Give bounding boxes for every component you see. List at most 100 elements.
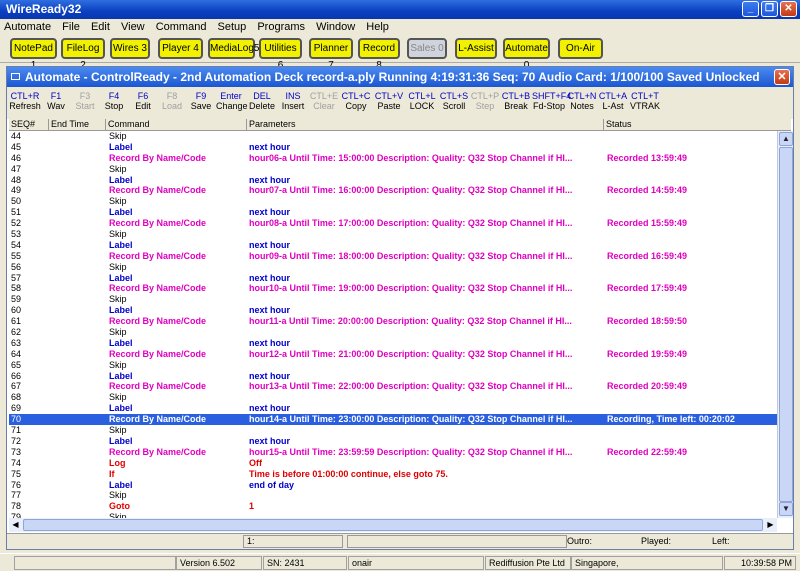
table-row[interactable]: 68 Skip [9,392,777,403]
table-row[interactable]: 78 Goto 1 [9,501,777,512]
table-row[interactable]: 56 Skip [9,262,777,273]
menu-file[interactable]: File [58,19,84,35]
col-end-time[interactable]: End Time [49,119,106,131]
table-row[interactable]: 61 Record By Name/Code hour11-a Until Time… [9,316,777,327]
record-button[interactable]: Record 8 [358,38,400,71]
l-assist-button[interactable]: L-Assist [455,38,497,59]
notepad-button[interactable]: NotePad 1 [10,38,57,71]
medialog-button[interactable]: MediaLog5 [208,38,259,59]
key-button-copy[interactable]: CTL+C Copy [340,91,372,115]
key-button-lock[interactable]: CTL+L LOCK [406,91,438,115]
wires-button[interactable]: Wires 3 [110,38,150,59]
key-shortcut: SHFT+F4 [532,91,572,101]
key-button-wav[interactable]: F1 Wav [42,91,70,115]
on-air-button[interactable]: On-Air [558,38,603,59]
key-button-refresh[interactable]: CTL+R Refresh [9,91,41,115]
table-row[interactable]: 44 Skip [9,131,777,142]
table-row[interactable]: 53 Skip [9,229,777,240]
player-button[interactable]: Player 4 [158,38,203,59]
table-row[interactable]: 57 Label next hour [9,273,777,284]
cell-cmd: Label [109,435,133,446]
key-button-insert[interactable]: INS Insert [278,91,308,115]
table-row[interactable]: 69 Label next hour [9,403,777,414]
table-row[interactable]: 66 Label next hour [9,371,777,382]
key-button-paste[interactable]: CTL+V Paste [373,91,405,115]
scroll-left-icon[interactable]: ◀ [9,519,22,531]
key-shortcut: CTL+E [309,91,339,101]
table-row[interactable]: 65 Skip [9,360,777,371]
key-button-fd-stop[interactable]: SHFT+F4 Fd-Stop [532,91,572,115]
table-row[interactable]: 51 Label next hour [9,207,777,218]
table-row[interactable]: 45 Label next hour [9,142,777,153]
table-row[interactable]: 60 Label next hour [9,305,777,316]
table-row[interactable]: 46 Record By Name/Code hour06-a Until Time… [9,153,777,164]
menu-setup[interactable]: Setup [214,19,251,35]
table-row[interactable]: 76 Label end of day [9,480,777,491]
menu-programs[interactable]: Programs [253,19,309,35]
table-row[interactable]: 48 Label next hour [9,175,777,186]
table-row[interactable]: 74 Log Off [9,458,777,469]
key-button-delete[interactable]: DEL Delete [247,91,277,115]
planner-button[interactable]: Planner 7 [309,38,353,71]
col-status[interactable]: Status [604,119,791,131]
table-row[interactable]: 52 Record By Name/Code hour08-a Until Time… [9,218,777,229]
table-row[interactable]: 62 Skip [9,327,777,338]
key-button-start[interactable]: F3 Start [71,91,99,115]
key-button-vtrak[interactable]: CTL+T VTRAK [629,91,661,115]
key-button-save[interactable]: F9 Save [187,91,215,115]
horizontal-scrollbar[interactable]: ◀ ▶ [9,518,777,532]
key-button-scroll[interactable]: CTL+S Scroll [439,91,469,115]
table-row[interactable]: 71 Skip [9,425,777,436]
key-button-notes[interactable]: CTL+N Notes [567,91,597,115]
menu-view[interactable]: View [117,19,149,35]
scroll-down-icon[interactable]: ▼ [779,502,793,516]
filelog-button[interactable]: FileLog 2 [61,38,105,71]
col-seq[interactable]: SEQ# [9,119,49,131]
table-row[interactable]: 59 Skip [9,294,777,305]
close-icon[interactable]: ✕ [780,1,797,17]
utilities-button[interactable]: Utilities 6 [259,38,302,71]
table-row[interactable]: 58 Record By Name/Code hour10-a Until Time… [9,283,777,294]
menu-edit[interactable]: Edit [87,19,114,35]
table-row[interactable]: 63 Label next hour [9,338,777,349]
table-row[interactable]: 77 Skip [9,490,777,501]
cell-seq: 48 [11,174,22,185]
table-row[interactable]: 64 Record By Name/Code hour12-a Until Time… [9,349,777,360]
table-row[interactable]: 67 Record By Name/Code hour13-a Until Time… [9,381,777,392]
table-row[interactable]: 47 Skip [9,164,777,175]
key-button-step[interactable]: CTL+P Step [470,91,500,115]
key-button-break[interactable]: CTL+B Break [501,91,531,115]
vertical-scrollbar[interactable]: ▲ ▼ [777,131,793,518]
menu-automate[interactable]: Automate [0,19,55,35]
cell-status: Recorded 19:59:49 [607,348,688,359]
scroll-thumb[interactable] [779,147,793,502]
menu-command[interactable]: Command [152,19,211,35]
table-row[interactable]: 49 Record By Name/Code hour07-a Until Time… [9,185,777,196]
table-row[interactable]: 75 If Time is before 01:00:00 continue, el… [9,469,777,480]
key-shortcut: CTL+N [567,91,597,101]
sales-button[interactable]: Sales 0 [407,38,447,59]
col-parameters[interactable]: Parameters [247,119,604,131]
hscroll-thumb[interactable] [23,519,763,531]
menu-help[interactable]: Help [362,19,393,35]
scroll-right-icon[interactable]: ▶ [764,519,777,531]
key-button-clear[interactable]: CTL+E Clear [309,91,339,115]
key-button-edit[interactable]: F6 Edit [129,91,157,115]
menu-window[interactable]: Window [312,19,359,35]
close-icon[interactable]: ✕ [774,69,790,85]
table-row[interactable]: 73 Record By Name/Code hour15-a Until Time… [9,447,777,458]
key-button-load[interactable]: F8 Load [158,91,186,115]
scroll-up-icon[interactable]: ▲ [779,132,793,146]
table-row[interactable]: 70 Record By Name/Code hour14-a Until Time… [9,414,777,426]
table-row[interactable]: 54 Label next hour [9,240,777,251]
automate-button[interactable]: Automate 0 [503,38,550,71]
minimize-icon[interactable]: _ [742,1,759,17]
table-row[interactable]: 55 Record By Name/Code hour09-a Until Time… [9,251,777,262]
col-command[interactable]: Command [106,119,247,131]
table-row[interactable]: 72 Label next hour [9,436,777,447]
restore-icon[interactable]: ❐ [761,1,778,17]
key-button-change[interactable]: Enter Change [216,91,248,115]
key-button-stop[interactable]: F4 Stop [100,91,128,115]
table-row[interactable]: 50 Skip [9,196,777,207]
key-button-l-ast[interactable]: CTL+A L-Ast [598,91,628,115]
